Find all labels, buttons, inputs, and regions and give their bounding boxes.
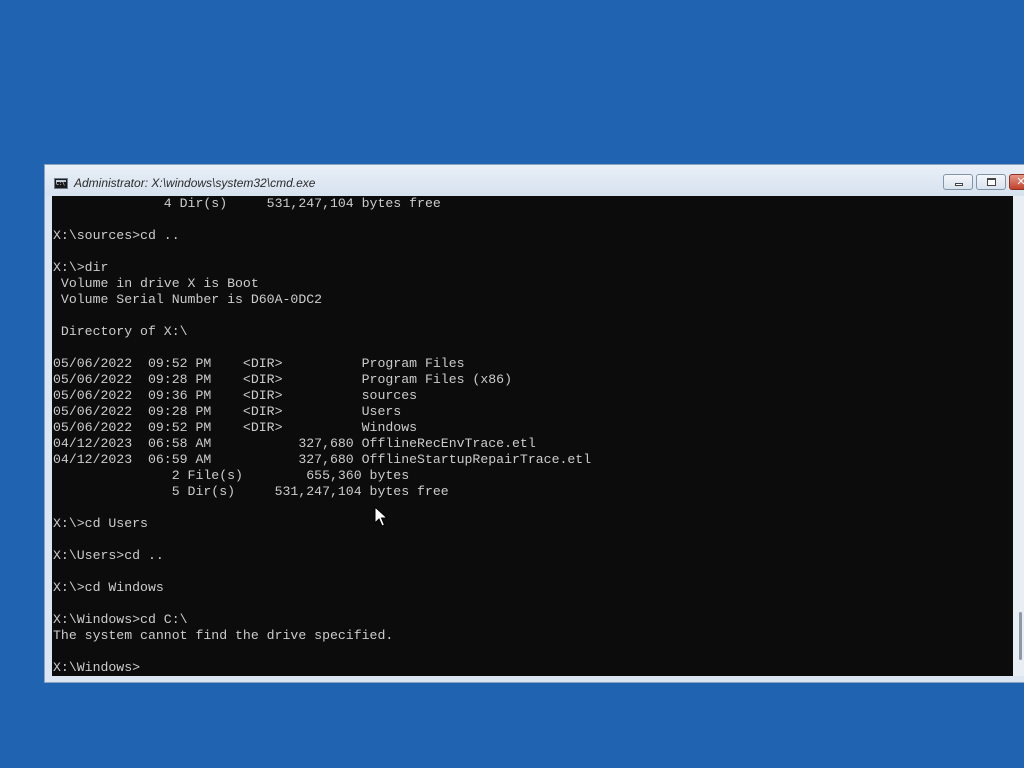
- console-line: X:\>cd Users: [53, 516, 148, 531]
- minimize-button[interactable]: [943, 174, 973, 190]
- console-line: X:\>cd Windows: [53, 580, 164, 595]
- window-title: Administrator: X:\windows\system32\cmd.e…: [74, 176, 316, 190]
- mouse-pointer-icon: [374, 506, 388, 527]
- scrollbar-thumb[interactable]: [1019, 612, 1022, 660]
- console-line: 05/06/2022 09:52 PM <DIR> Program Files: [53, 356, 465, 371]
- maximize-icon: [977, 175, 1005, 189]
- close-button[interactable]: ✕: [1009, 174, 1024, 190]
- console-line: 4 Dir(s) 531,247,104 bytes free: [53, 196, 441, 211]
- console-line: 5 Dir(s) 531,247,104 bytes free: [53, 484, 449, 499]
- console-line: 2 File(s) 655,360 bytes: [53, 468, 410, 483]
- console-output: 4 Dir(s) 531,247,104 bytes free X:\sourc…: [53, 196, 591, 676]
- title-bar[interactable]: Administrator: X:\windows\system32\cmd.e…: [45, 165, 1024, 196]
- console-line: X:\Windows>: [53, 660, 141, 675]
- maximize-button[interactable]: [976, 174, 1006, 190]
- console-line: X:\>dir: [53, 260, 109, 275]
- console-line: 04/12/2023 06:59 AM 327,680 OfflineStart…: [53, 452, 592, 467]
- console-line: Volume in drive X is Boot: [53, 276, 259, 291]
- caption-buttons: ✕: [940, 174, 1024, 192]
- cmd-icon: [54, 178, 68, 189]
- minimize-icon: [944, 175, 972, 189]
- console-area[interactable]: 4 Dir(s) 531,247,104 bytes free X:\sourc…: [52, 196, 1013, 676]
- console-line: 04/12/2023 06:58 AM 327,680 OfflineRecEn…: [53, 436, 536, 451]
- console-line: 05/06/2022 09:28 PM <DIR> Users: [53, 404, 402, 419]
- console-line: Volume Serial Number is D60A-0DC2: [53, 292, 323, 307]
- console-line: X:\Users>cd ..: [53, 548, 164, 563]
- console-line: Directory of X:\: [53, 324, 188, 339]
- cmd-window[interactable]: Administrator: X:\windows\system32\cmd.e…: [44, 164, 1024, 683]
- console-line: 05/06/2022 09:36 PM <DIR> sources: [53, 388, 418, 403]
- console-line: X:\Windows>cd C:\: [53, 612, 188, 627]
- console-line: 05/06/2022 09:28 PM <DIR> Program Files …: [53, 372, 512, 387]
- vertical-scrollbar[interactable]: [1013, 196, 1024, 676]
- close-icon: ✕: [1016, 175, 1024, 188]
- console-line: The system cannot find the drive specifi…: [53, 628, 394, 643]
- console-line: X:\sources>cd ..: [53, 228, 180, 243]
- console-line: 05/06/2022 09:52 PM <DIR> Windows: [53, 420, 418, 435]
